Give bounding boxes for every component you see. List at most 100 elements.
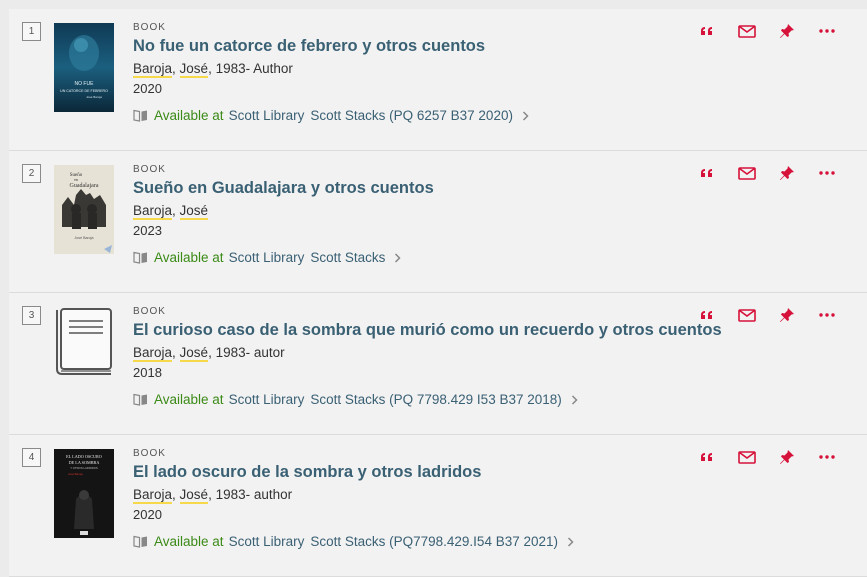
author[interactable]: Baroja, José, 1983- Author: [133, 61, 687, 78]
more-button[interactable]: [807, 305, 847, 325]
email-icon: [738, 166, 756, 180]
pin-icon: [780, 308, 794, 322]
book-placeholder-icon[interactable]: [54, 307, 114, 396]
material-type: BOOK: [133, 306, 166, 317]
material-type: BOOK: [133, 22, 166, 33]
library-name: Scott Library: [228, 250, 305, 265]
author-first: José: [179, 61, 209, 78]
publication-date: 2020: [133, 507, 162, 522]
book-icon: [133, 535, 147, 548]
result-item: 2 Sueño en Guadalajara José Baroja BOOK …: [9, 151, 867, 293]
result-item: 4 EL LADO OSCURO DE LA SOMBRA Y OTROS LA…: [9, 435, 867, 577]
material-type: BOOK: [133, 164, 166, 175]
citation-icon: [701, 169, 712, 177]
cover-text: en: [74, 177, 78, 182]
action-bar: [687, 305, 847, 325]
email-button[interactable]: [727, 447, 767, 467]
action-bar: [687, 447, 847, 467]
results-list: 1 NO FUE UN CATORCE DE FEBRERO José Baro…: [9, 9, 867, 577]
book-cover[interactable]: NO FUE UN CATORCE DE FEBRERO José Baroja: [54, 23, 114, 112]
citation-icon: [701, 27, 712, 35]
location-text: Scott Stacks (PQ 6257 B37 2020): [310, 108, 513, 123]
availability-link[interactable]: Available at Scott Library Scott Stacks …: [133, 534, 687, 549]
book-icon: [133, 251, 147, 264]
author-first: José: [179, 345, 209, 362]
publication-date: 2020: [133, 81, 162, 96]
citation-icon: [701, 453, 712, 461]
pin-button[interactable]: [767, 447, 807, 467]
email-button[interactable]: [727, 163, 767, 183]
email-icon: [738, 24, 756, 38]
author-extra: , 1983- author: [208, 487, 293, 502]
book-cover[interactable]: Sueño en Guadalajara José Baroja: [54, 165, 114, 254]
publication-date: 2023: [133, 223, 162, 238]
chevron-right-icon: [567, 536, 574, 547]
result-number: 2: [22, 164, 41, 183]
cover-text: José Baroja: [75, 236, 94, 240]
citation-button[interactable]: [687, 21, 727, 41]
author[interactable]: Baroja, José: [133, 203, 687, 220]
citation-button[interactable]: [687, 447, 727, 467]
author-first: José: [179, 203, 209, 220]
citation-icon: [701, 311, 712, 319]
availability-link[interactable]: Available at Scott Library Scott Stacks …: [133, 392, 687, 407]
availability-status: Available at: [154, 534, 224, 549]
availability-status: Available at: [154, 108, 224, 123]
author-extra: , 1983- autor: [208, 345, 285, 360]
email-button[interactable]: [727, 21, 767, 41]
more-button[interactable]: [807, 21, 847, 41]
book-cover[interactable]: EL LADO OSCURO DE LA SOMBRA Y OTROS LADR…: [54, 449, 114, 538]
chevron-right-icon: [522, 110, 529, 121]
location-text: Scott Stacks (PQ 7798.429 I53 B37 2018): [310, 392, 562, 407]
author-last: Baroja: [133, 487, 173, 504]
result-title[interactable]: No fue un catorce de febrero y otros cue…: [133, 37, 687, 56]
email-button[interactable]: [727, 305, 767, 325]
action-bar: [687, 21, 847, 41]
pin-button[interactable]: [767, 163, 807, 183]
chevron-right-icon: [395, 252, 401, 263]
author[interactable]: Baroja, José, 1983- author: [133, 487, 687, 504]
result-title[interactable]: El curioso caso de la sombra que murió c…: [133, 321, 722, 340]
chevron-right-icon: [571, 394, 578, 405]
author[interactable]: Baroja, José, 1983- autor: [133, 345, 687, 362]
availability-link[interactable]: Available at Scott Library Scott Stacks: [133, 250, 687, 265]
book-icon: [133, 109, 147, 122]
author-last: Baroja: [133, 61, 173, 78]
more-icon: [819, 313, 835, 317]
location-text: Scott Stacks (PQ7798.429.I54 B37 2021): [310, 534, 558, 549]
material-type: BOOK: [133, 448, 166, 459]
cover-text: Guadalajara: [70, 183, 99, 189]
action-bar: [687, 163, 847, 183]
author-last: Baroja: [133, 345, 173, 362]
result-item: 1 NO FUE UN CATORCE DE FEBRERO José Baro…: [9, 9, 867, 151]
pin-icon: [780, 24, 794, 38]
result-number: 3: [22, 306, 41, 325]
result-title[interactable]: El lado oscuro de la sombra y otros ladr…: [133, 463, 687, 482]
cover-text: EL LADO OSCURO: [66, 454, 102, 459]
location-text: Scott Stacks: [310, 250, 386, 265]
cover-text: UN CATORCE DE FEBRERO: [60, 89, 108, 93]
result-title[interactable]: Sueño en Guadalajara y otros cuentos: [133, 179, 687, 198]
pin-icon: [780, 166, 794, 180]
author-extra: , 1983- Author: [208, 61, 293, 76]
email-icon: [738, 450, 756, 464]
book-icon: [133, 393, 147, 406]
author-last: Baroja: [133, 203, 173, 220]
more-button[interactable]: [807, 447, 847, 467]
availability-status: Available at: [154, 250, 224, 265]
citation-button[interactable]: [687, 305, 727, 325]
pin-button[interactable]: [767, 21, 807, 41]
more-icon: [819, 171, 835, 175]
result-number: 1: [22, 22, 41, 41]
availability-link[interactable]: Available at Scott Library Scott Stacks …: [133, 108, 687, 123]
library-name: Scott Library: [228, 392, 305, 407]
cover-text: NO FUE: [75, 81, 95, 87]
more-button[interactable]: [807, 163, 847, 183]
pin-button[interactable]: [767, 305, 807, 325]
result-item: 3 BOOK El curioso caso de la sombra que …: [9, 293, 867, 435]
cover-text: DE LA SOMBRA: [69, 460, 100, 465]
cover-text: Y OTROS LADRIDOS: [70, 466, 98, 470]
pin-icon: [780, 450, 794, 464]
library-name: Scott Library: [228, 534, 305, 549]
citation-button[interactable]: [687, 163, 727, 183]
